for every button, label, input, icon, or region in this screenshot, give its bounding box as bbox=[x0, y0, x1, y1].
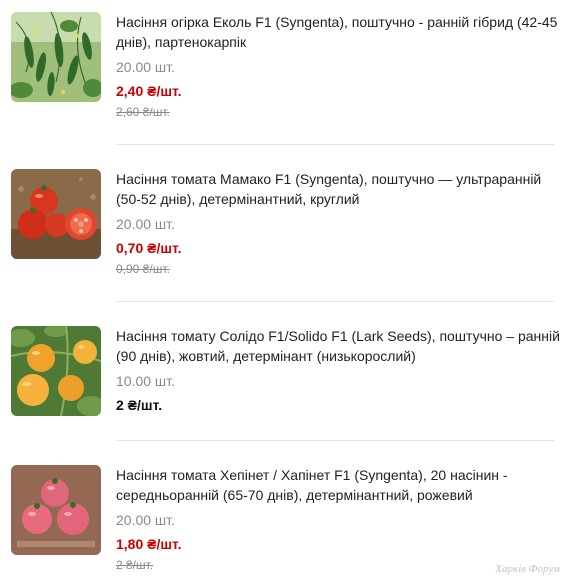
product-quantity: 20.00 шт. bbox=[116, 59, 175, 75]
divider bbox=[116, 144, 554, 145]
product-old-price: 0,90 ₴/шт. bbox=[116, 262, 170, 276]
product-price: 2,40 ₴/шт. bbox=[116, 83, 182, 99]
product-info: Насіння томата Мамако F1 (Syngenta), пош… bbox=[116, 169, 561, 277]
product-title[interactable]: Насіння томату Солідо F1/Solido F1 (Lark… bbox=[116, 326, 561, 366]
product-price: 1,80 ₴/шт. bbox=[116, 536, 182, 552]
product-title[interactable]: Насіння томата Мамако F1 (Syngenta), пош… bbox=[116, 169, 561, 209]
divider bbox=[116, 440, 554, 441]
cucumber-image[interactable] bbox=[11, 12, 101, 102]
product-price: 0,70 ₴/шт. bbox=[116, 240, 182, 256]
product-quantity: 20.00 шт. bbox=[116, 216, 175, 232]
product-quantity: 10.00 шт. bbox=[116, 373, 175, 389]
product-title[interactable]: Насіння огірка Еколь F1 (Syngenta), пошт… bbox=[116, 12, 561, 52]
pink-tomato-image[interactable] bbox=[11, 465, 101, 555]
red-tomato-image[interactable] bbox=[11, 169, 101, 259]
product-old-price: 2,60 ₴/шт. bbox=[116, 105, 170, 119]
product-quantity: 20.00 шт. bbox=[116, 512, 175, 528]
product-info: Насіння томата Хепінет / Хапінет F1 (Syn… bbox=[116, 465, 561, 573]
divider bbox=[116, 301, 554, 302]
yellow-tomato-image[interactable] bbox=[11, 326, 101, 416]
product-title[interactable]: Насіння томата Хепінет / Хапінет F1 (Syn… bbox=[116, 465, 561, 505]
product-info: Насіння томату Солідо F1/Solido F1 (Lark… bbox=[116, 326, 561, 414]
forum-watermark: Харків Форум bbox=[495, 563, 560, 575]
product-info: Насіння огірка Еколь F1 (Syngenta), пошт… bbox=[116, 12, 561, 120]
product-price: 2 ₴/шт. bbox=[116, 397, 163, 413]
